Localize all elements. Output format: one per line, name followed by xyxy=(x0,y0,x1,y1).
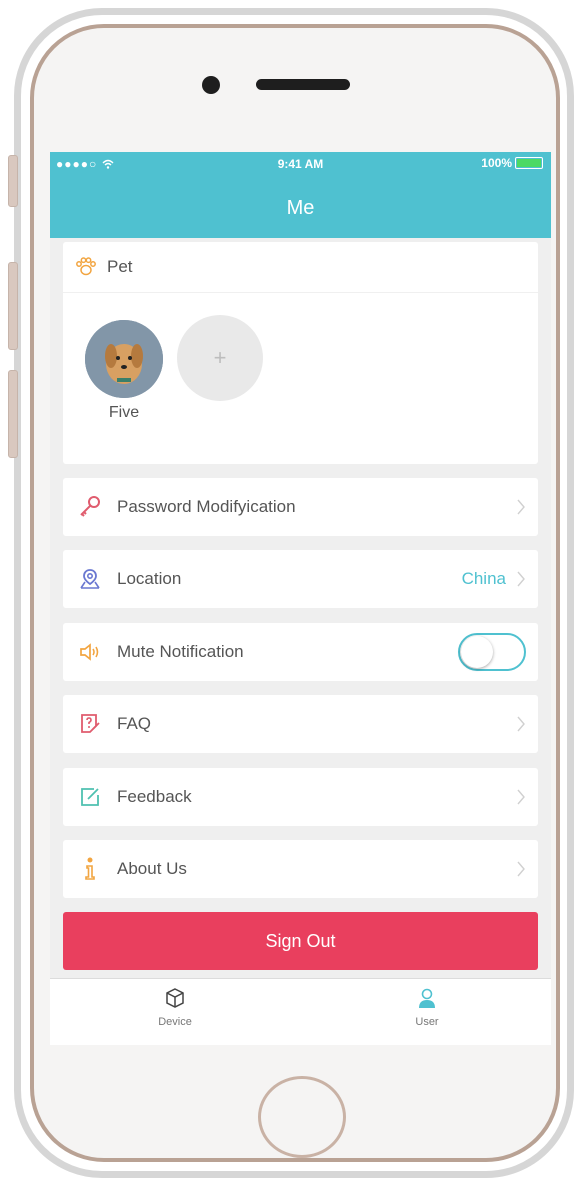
speaker-icon xyxy=(77,639,103,665)
person-icon xyxy=(419,988,435,1008)
chevron-right-icon xyxy=(514,713,528,735)
faq-icon xyxy=(77,711,103,737)
password-label: Password Modifyication xyxy=(117,497,296,516)
pet-section-title: Pet xyxy=(107,257,133,276)
mute-toggle[interactable] xyxy=(458,633,526,671)
volume-up-button xyxy=(8,262,18,350)
chevron-right-icon xyxy=(514,786,528,808)
status-bar: ●●●●○ 9:41 AM 100% xyxy=(50,152,551,178)
sign-out-button[interactable]: Sign Out xyxy=(63,912,538,970)
dog-photo-icon xyxy=(85,320,163,398)
mute-switch xyxy=(8,155,18,207)
tab-user-label: User xyxy=(415,1016,439,1028)
add-pet-button[interactable]: + xyxy=(177,315,263,401)
chevron-right-icon xyxy=(514,568,528,590)
status-time: 9:41 AM xyxy=(277,157,324,171)
battery-icon xyxy=(515,157,543,169)
info-icon xyxy=(77,856,103,882)
about-label: About Us xyxy=(117,859,187,878)
pet-card: Pet Five + xyxy=(63,242,538,464)
cube-icon xyxy=(166,988,184,1008)
faq-row[interactable]: FAQ xyxy=(63,695,538,753)
volume-down-button xyxy=(8,370,18,458)
key-icon xyxy=(77,494,103,520)
password-row[interactable]: Password Modifyication xyxy=(63,478,538,536)
location-label: Location xyxy=(117,569,182,588)
feedback-row[interactable]: Feedback xyxy=(63,768,538,826)
pet-name: Five xyxy=(108,404,140,421)
location-pin-icon xyxy=(77,566,103,592)
about-row[interactable]: About Us xyxy=(63,840,538,898)
battery-indicator: 100% xyxy=(481,156,543,170)
battery-percent: 100% xyxy=(481,156,512,170)
tab-device[interactable]: Device xyxy=(135,987,215,1028)
paw-icon xyxy=(76,257,96,276)
location-row[interactable]: Location China xyxy=(63,550,538,608)
plus-icon: + xyxy=(213,345,227,370)
faq-label: FAQ xyxy=(117,714,152,733)
tab-device-label: Device xyxy=(158,1016,192,1028)
front-camera xyxy=(202,76,220,94)
nav-bar: Me xyxy=(50,178,551,238)
edit-icon xyxy=(77,784,103,810)
mute-label: Mute Notification xyxy=(117,642,244,661)
app-screen: ●●●●○ 9:41 AM 100% Me Pet Five + Passwor… xyxy=(50,152,551,1045)
home-button[interactable] xyxy=(258,1076,346,1158)
tab-bar: Device User xyxy=(50,978,551,1045)
feedback-label: Feedback xyxy=(117,787,192,806)
toggle-knob xyxy=(461,636,493,668)
mute-notification-row: Mute Notification xyxy=(63,623,538,681)
location-value: China xyxy=(461,569,506,588)
pet-section-header: Pet xyxy=(63,242,538,293)
chevron-right-icon xyxy=(514,858,528,880)
chevron-right-icon xyxy=(514,496,528,518)
page-title: Me xyxy=(286,196,315,219)
tab-user[interactable]: User xyxy=(387,987,467,1028)
pet-avatar[interactable] xyxy=(85,320,163,398)
earpiece-speaker xyxy=(256,79,350,90)
